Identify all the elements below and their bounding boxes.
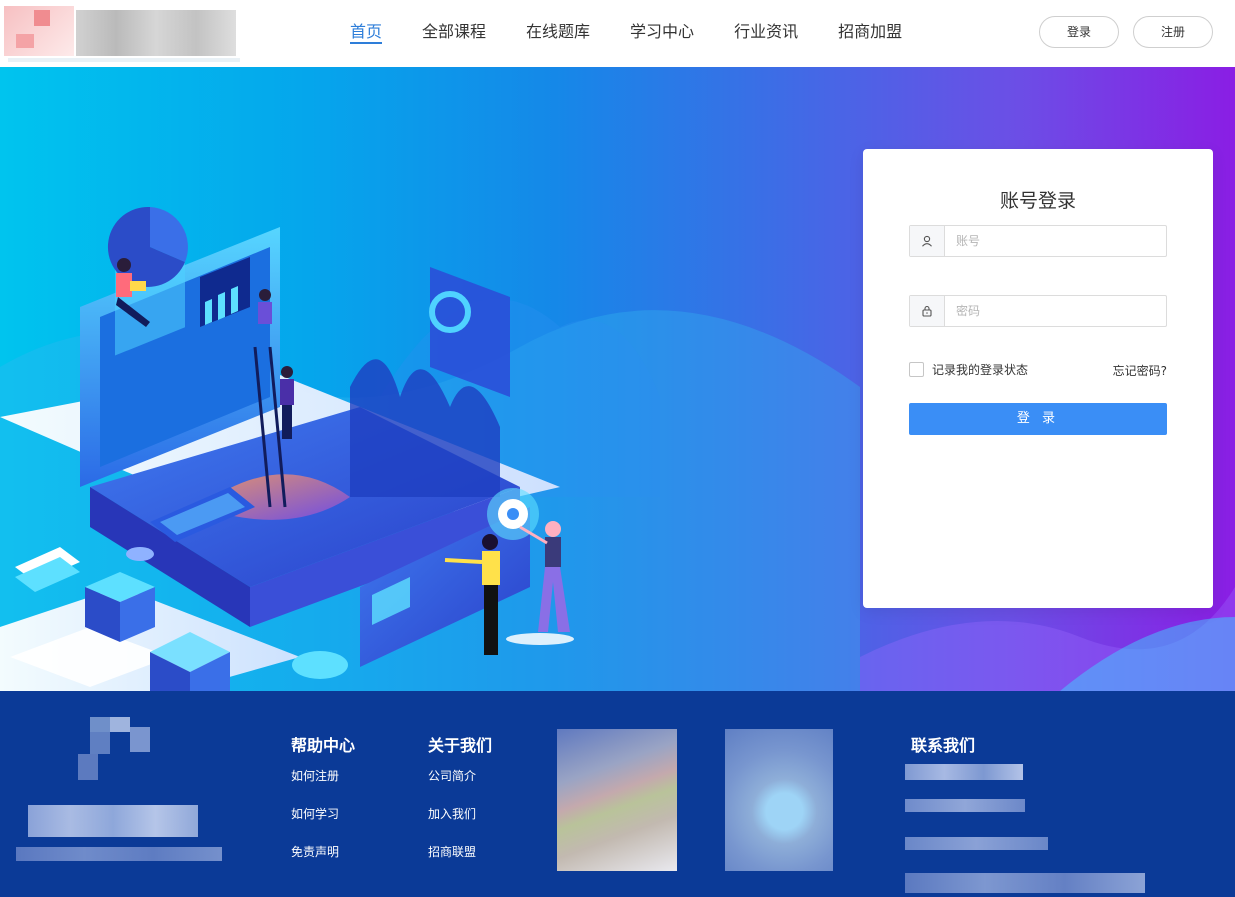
main-nav: 首页 全部课程 在线题库 学习中心 行业资讯 招商加盟 <box>330 0 922 67</box>
about-link-join[interactable]: 加入我们 <box>428 805 476 822</box>
nav-item-home[interactable]: 首页 <box>330 0 402 67</box>
help-link-disclaimer[interactable]: 免责声明 <box>291 843 339 860</box>
nav-item-franchise[interactable]: 招商加盟 <box>818 0 922 67</box>
login-card: 账号登录 记录我的登录状态 忘记密码? 登 录 <box>863 149 1213 608</box>
password-input[interactable] <box>945 296 1166 326</box>
about-us-title: 关于我们 <box>428 736 493 755</box>
qr-code-1 <box>557 729 677 871</box>
remember-checkbox[interactable] <box>909 362 924 377</box>
remember-label: 记录我的登录状态 <box>932 363 1029 377</box>
forgot-password-link[interactable]: 忘记密码? <box>1113 362 1167 379</box>
about-link-company[interactable]: 公司简介 <box>428 767 476 784</box>
user-icon <box>910 226 945 256</box>
account-field <box>909 225 1167 257</box>
contact-us-title: 联系我们 <box>911 736 976 755</box>
nav-item-news[interactable]: 行业资讯 <box>714 0 818 67</box>
contact-line-3 <box>905 837 1048 850</box>
nav-item-courses[interactable]: 全部课程 <box>402 0 506 67</box>
help-center-title: 帮助中心 <box>291 736 356 755</box>
isometric-illustration <box>0 206 860 691</box>
nav-item-learning-center[interactable]: 学习中心 <box>610 0 714 67</box>
contact-line-1 <box>905 764 1023 780</box>
remember-me[interactable]: 记录我的登录状态 <box>909 361 1028 378</box>
header: 首页 全部课程 在线题库 学习中心 行业资讯 招商加盟 登录 注册 <box>0 0 1235 67</box>
qr-code-2 <box>725 729 833 871</box>
contact-line-4 <box>905 873 1145 893</box>
header-register-button[interactable]: 注册 <box>1133 16 1213 48</box>
site-logo[interactable] <box>4 4 240 62</box>
about-link-alliance[interactable]: 招商联盟 <box>428 843 476 860</box>
person-ladder-top <box>258 289 272 324</box>
login-submit-button[interactable]: 登 录 <box>909 403 1167 435</box>
help-link-register[interactable]: 如何注册 <box>291 767 339 784</box>
help-link-learning[interactable]: 如何学习 <box>291 805 339 822</box>
password-field <box>909 295 1167 327</box>
login-title: 账号登录 <box>999 190 1076 212</box>
header-login-button[interactable]: 登录 <box>1039 16 1119 48</box>
contact-line-2 <box>905 799 1025 812</box>
footer: 帮助中心 如何注册 如何学习 免责声明 关于我们 公司简介 加入我们 招商联盟 … <box>0 691 1235 897</box>
nav-item-question-bank[interactable]: 在线题库 <box>506 0 610 67</box>
lock-icon <box>910 296 945 326</box>
account-input[interactable] <box>945 226 1166 256</box>
